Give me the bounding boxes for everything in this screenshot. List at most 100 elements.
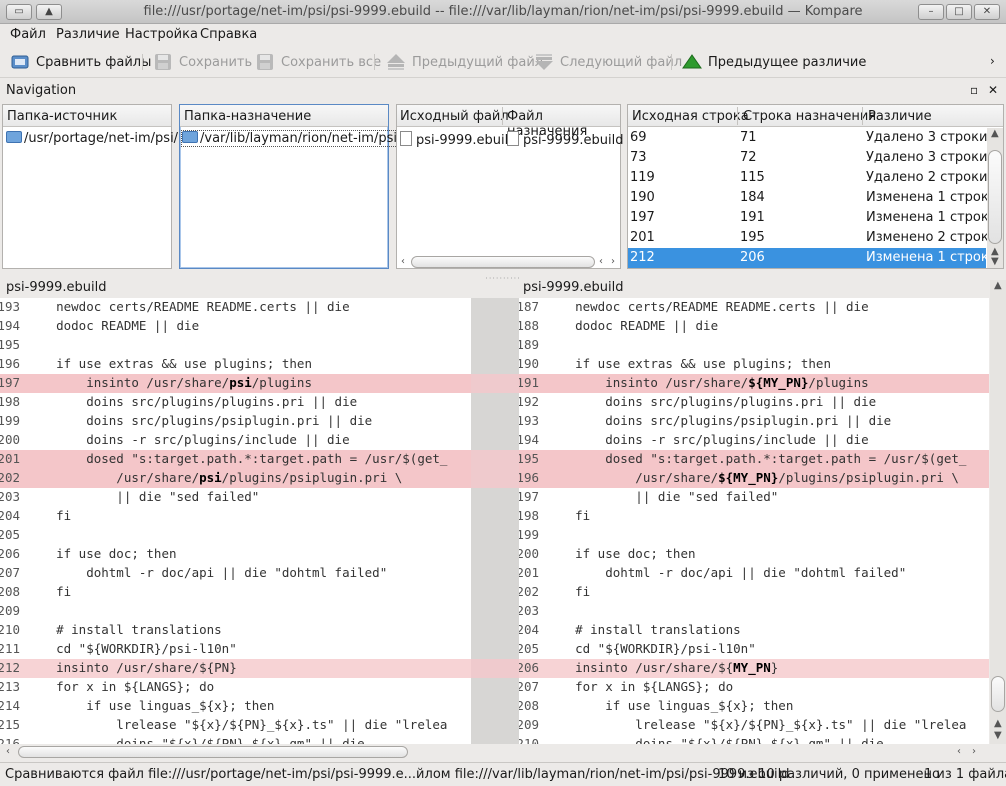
previous-file-button[interactable]: Предыдущий файл — [386, 52, 543, 72]
diff-connector-block — [471, 659, 519, 678]
line-text: if use doc; then — [26, 546, 177, 561]
line-number: 192 — [519, 394, 539, 409]
line-text: dohtml -r doc/api || die "dohtml failed" — [545, 565, 907, 580]
difference-header: Различие — [868, 109, 932, 124]
diff-connector-block — [471, 450, 519, 469]
line-number: 208 — [0, 584, 20, 599]
line-text: dodoc README || die — [26, 318, 200, 333]
line-number: 206 — [519, 660, 539, 675]
line-number: 199 — [0, 413, 20, 428]
line-text: dosed "s:target.path.*:target.path = /us… — [545, 451, 967, 466]
menu-bar: Файл Различие Настройка Справка — [0, 24, 1006, 46]
line-number: 191 — [519, 375, 539, 390]
status-bar: Сравниваются файл file:///usr/portage/ne… — [0, 762, 1006, 786]
toolbar-overflow-icon[interactable]: › — [990, 54, 995, 68]
previous-difference-label: Предыдущее различие — [708, 54, 867, 70]
line-number: 207 — [0, 565, 20, 580]
code-line: 206 insinto /usr/share/${MY_PN} — [519, 659, 989, 678]
compare-files-button[interactable]: Сравнить файлы — [10, 52, 151, 72]
line-text: insinto /usr/share/${MY_PN}/plugins — [545, 375, 869, 390]
difference-row[interactable]: 69 71 Удалено 3 строки — [628, 128, 987, 148]
toolbar-separator — [374, 54, 375, 70]
files-panel: Исходный файл Файл назначения psi-9999.e… — [396, 104, 624, 269]
save-all-button[interactable]: Сохранить все — [255, 52, 381, 72]
line-text: doins "${x}/${PN}_${x}.qm" || die — [26, 736, 365, 744]
minimize-button[interactable]: – — [918, 4, 944, 20]
code-horizontal-scrollbar[interactable]: ‹ ‹ › — [2, 745, 988, 759]
float-icon[interactable]: ▫ — [970, 83, 978, 97]
difference-cell-src: 69 — [630, 130, 647, 145]
difference-row[interactable]: 190 184 Изменена 1 строка — [628, 188, 997, 208]
difference-cell-dst: 72 — [740, 150, 757, 165]
previous-difference-button[interactable]: Предыдущее различие — [682, 52, 866, 72]
code-line: 207 for x in ${LANGS}; do — [519, 678, 989, 697]
code-line: 203 — [519, 602, 989, 621]
line-number: 215 — [0, 717, 20, 732]
line-number: 209 — [519, 717, 539, 732]
left-code-view[interactable]: 193 newdoc certs/README README.certs || … — [0, 298, 471, 744]
line-text: if use linguas_${x}; then — [26, 698, 275, 713]
code-line: 190 if use extras && use plugins; then — [519, 355, 989, 374]
menu-difference[interactable]: Различие — [56, 27, 120, 42]
line-number: 196 — [0, 356, 20, 371]
code-line: 210 doins "${x}/${PN}_${x}.qm" || die — [519, 735, 989, 744]
difference-cell-src: 119 — [630, 170, 655, 185]
close-button[interactable]: ✕ — [974, 4, 1000, 20]
toolbar: Сравнить файлы Сохранить Сохранить все П… — [0, 46, 1006, 78]
code-line: 199 doins src/plugins/psiplugin.pri || d… — [0, 412, 471, 431]
save-button[interactable]: Сохранить — [153, 52, 252, 72]
code-line: 188 dodoc README || die — [519, 317, 989, 336]
difference-row[interactable]: 119 115 Удалено 2 строки — [628, 168, 987, 188]
difference-cell-desc: Изменено 2 строки — [866, 230, 998, 245]
code-line: 213 for x in ${LANGS}; do — [0, 678, 471, 697]
files-horizontal-scrollbar[interactable]: ‹ ‹ › — [399, 255, 619, 269]
code-line: 198 doins src/plugins/plugins.pri || die — [0, 393, 471, 412]
menu-settings[interactable]: Настройка — [125, 27, 198, 42]
code-line: 198 fi — [519, 507, 989, 526]
line-text: dodoc README || die — [545, 318, 719, 333]
code-line: 215 lrelease "${x}/${PN}_${x}.ts" || die… — [0, 716, 471, 735]
difference-row[interactable]: 201 195 Изменено 2 строки — [628, 228, 997, 248]
code-line: 199 — [519, 526, 989, 545]
navigation-label: Navigation — [6, 83, 77, 98]
toolbar-separator — [142, 54, 143, 70]
difference-row[interactable]: 197 191 Изменена 1 строка — [628, 208, 997, 228]
line-number: 190 — [519, 356, 539, 371]
source-folder-item[interactable]: /usr/portage/net-im/psi/ — [3, 129, 178, 149]
differences-vertical-scrollbar[interactable]: ▲ ▲ ▼ — [987, 128, 1003, 268]
line-number: 195 — [519, 451, 539, 466]
line-text: if use doc; then — [545, 546, 696, 561]
menu-help[interactable]: Справка — [200, 27, 257, 42]
line-number: 203 — [0, 489, 20, 504]
splitter-handle[interactable]: ·········· — [0, 270, 1006, 283]
line-number: 209 — [0, 603, 20, 618]
line-text: newdoc certs/README README.certs || die — [26, 299, 350, 314]
code-vertical-scrollbar[interactable]: ▲ ▲ ▼ — [990, 280, 1006, 744]
compare-icon — [10, 53, 30, 71]
line-text: doins src/plugins/plugins.pri || die — [26, 394, 358, 409]
line-text: # install translations — [26, 622, 222, 637]
destination-folder-item[interactable]: /var/lib/layman/rion/net-im/psi/ — [180, 129, 405, 149]
menu-file[interactable]: Файл — [10, 27, 46, 42]
maximize-button[interactable]: □ — [946, 4, 972, 20]
code-line: 207 dohtml -r doc/api || die "dohtml fai… — [0, 564, 471, 583]
save-all-label: Сохранить все — [281, 54, 382, 70]
difference-row[interactable]: 73 72 Удалено 3 строки — [628, 148, 987, 168]
difference-row[interactable]: 212 206 Изменена 1 строка — [628, 248, 997, 268]
file-pair-row[interactable]: psi-9999.ebuild psi-9999.ebuild — [397, 129, 624, 149]
line-text: /usr/share/${MY_PN}/plugins/psiplugin.pr… — [545, 470, 959, 485]
line-text: doins src/plugins/psiplugin.pri || die — [545, 413, 892, 428]
line-number: 206 — [0, 546, 20, 561]
code-line: 187 newdoc certs/README README.certs || … — [519, 298, 989, 317]
right-code-view[interactable]: 187 newdoc certs/README README.certs || … — [519, 298, 989, 744]
next-file-button[interactable]: Следующий файл — [534, 52, 682, 72]
save-all-icon — [255, 53, 275, 71]
right-document-name: psi-9999.ebuild — [523, 280, 624, 295]
close-panel-icon[interactable]: ✕ — [988, 83, 998, 97]
differences-panel: Исходная строка Строка назначения Различ… — [627, 104, 1004, 269]
status-compare-text: Сравниваются файл file:///usr/portage/ne… — [5, 767, 790, 782]
line-text: newdoc certs/README README.certs || die — [545, 299, 869, 314]
line-number: 189 — [519, 337, 539, 352]
difference-cell-dst: 206 — [740, 250, 765, 265]
line-text: /usr/share/psi/plugins/psiplugin.pri \ — [26, 470, 403, 485]
